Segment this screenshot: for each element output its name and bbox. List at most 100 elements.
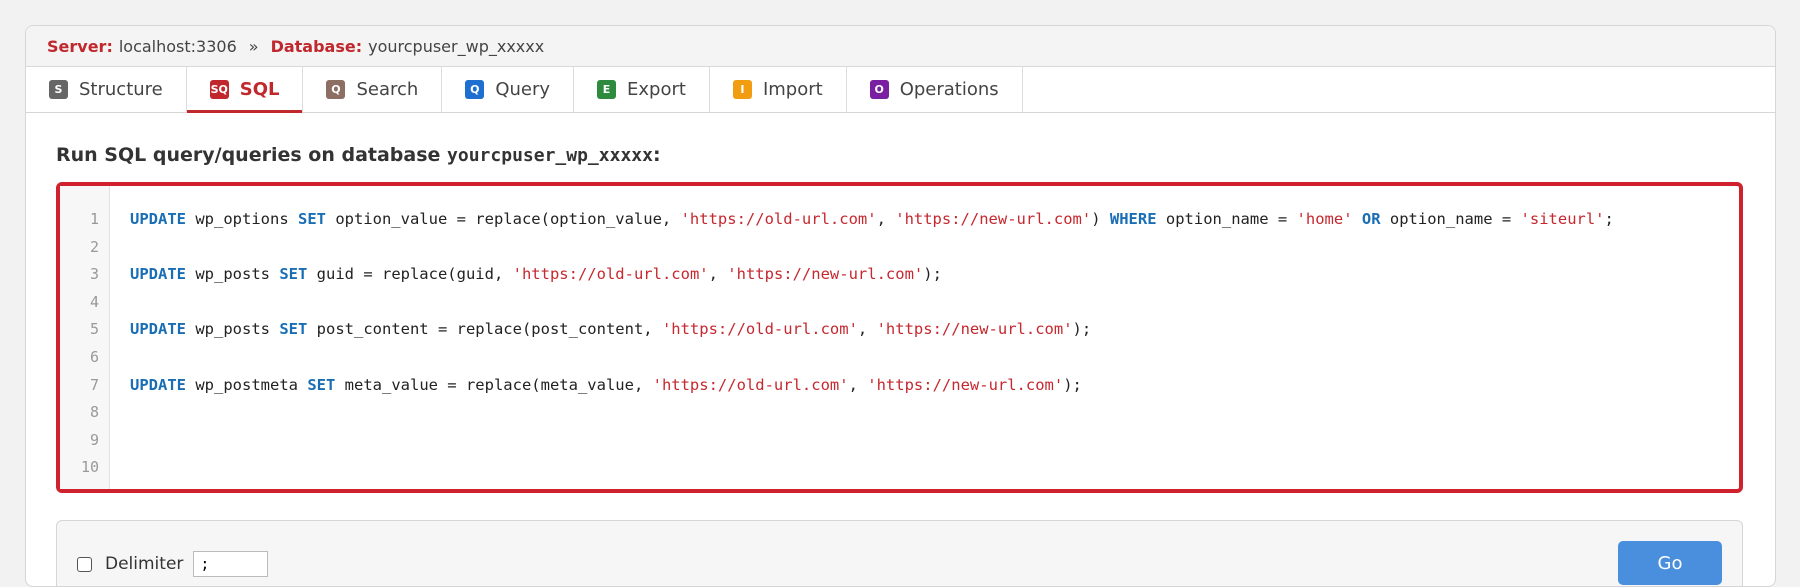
tab-label: Export	[627, 79, 686, 100]
database-label: Database:	[270, 36, 363, 56]
tab-sql[interactable]: SQ SQL	[186, 67, 304, 113]
sql-string: 'https://new-url.com'	[895, 210, 1092, 228]
tab-search[interactable]: Q Search	[303, 67, 443, 112]
import-icon: I	[732, 80, 752, 99]
sql-string: 'https://old-url.com'	[512, 265, 709, 284]
tab-import[interactable]: I Import	[710, 67, 847, 112]
sql-text: option_value = replace(option_value,	[325, 210, 681, 228]
sql-string: 'siteurl'	[1520, 210, 1605, 228]
breadcrumb: Server: localhost:3306 » Database: yourc…	[26, 26, 1775, 67]
line-number: 1	[89, 210, 99, 228]
sql-keyword: SET	[279, 320, 308, 339]
export-icon: E	[597, 80, 617, 99]
sql-panel: Server: localhost:3306 » Database: yourc…	[25, 25, 1776, 587]
sql-code-area[interactable]: UPDATE wp_options SET option_value = rep…	[110, 186, 1739, 489]
server-label: Server:	[47, 36, 113, 56]
code-line: UPDATE wp_posts SET guid = replace(guid,…	[130, 261, 1739, 289]
delimiter-input[interactable]	[193, 551, 269, 577]
sql-text: ;	[1604, 210, 1614, 228]
server-link[interactable]: localhost:3306	[119, 37, 237, 56]
line-number: 4	[89, 292, 99, 311]
line-number: 3	[89, 265, 99, 284]
sql-text: wp_posts	[186, 265, 280, 284]
line-number-gutter: 1 2 3 4 5 6 7 8 9 10	[60, 186, 110, 489]
sql-editor[interactable]: 1 2 3 4 5 6 7 8 9 10 UPDATE wp_options SET option…	[56, 182, 1743, 493]
query-options-bar: Delimiter Go	[56, 520, 1743, 586]
sql-text: ,	[708, 265, 728, 284]
sql-keyword: UPDATE	[130, 375, 186, 394]
sql-text: post_content = replace(post_content,	[307, 320, 662, 339]
line-number: 7	[89, 375, 99, 394]
sql-text: );	[1063, 375, 1082, 394]
tab-label: Import	[762, 79, 823, 100]
main-content: Run SQL query/queries on database yourcp…	[26, 113, 1775, 586]
sql-text: )	[1091, 210, 1110, 228]
tab-bar: S Structure SQ SQL Q Search Q Query E Export I Impo…	[26, 67, 1775, 113]
line-number: 8	[89, 403, 99, 422]
line-number: 2	[89, 237, 99, 256]
page-title: Run SQL query/queries on database yourcp…	[56, 144, 1745, 166]
line-number: 10	[80, 458, 99, 477]
tab-structure[interactable]: S Structure	[26, 67, 187, 112]
delimiter-label: Delimiter	[105, 554, 184, 574]
line-number: 5	[89, 320, 99, 339]
delimiter-control: Delimiter	[77, 551, 269, 577]
delimiter-checkbox[interactable]	[77, 556, 92, 572]
sql-text: wp_postmeta	[186, 375, 308, 394]
line-number: 6	[89, 347, 99, 366]
tab-label: Structure	[79, 79, 163, 100]
sql-text: guid = replace(guid,	[307, 265, 513, 284]
sql-string: 'home'	[1296, 210, 1353, 228]
sql-text: option_name =	[1156, 210, 1297, 228]
sql-icon: SQ	[209, 80, 229, 99]
sql-string: 'https://new-url.com'	[876, 320, 1073, 339]
operations-icon: O	[869, 80, 889, 99]
sql-string: 'https://new-url.com'	[867, 375, 1064, 394]
sql-keyword: WHERE	[1109, 210, 1157, 228]
page-title-text: Run SQL query/queries on database	[56, 144, 441, 166]
sql-keyword: SET	[307, 375, 336, 394]
sql-text: ,	[857, 320, 877, 339]
sql-keyword: UPDATE	[130, 210, 186, 228]
sql-keyword: UPDATE	[130, 320, 186, 339]
sql-text: );	[1072, 320, 1092, 339]
sql-string: 'https://new-url.com'	[727, 265, 924, 284]
sql-text: wp_posts	[186, 320, 280, 339]
search-icon: Q	[326, 80, 346, 99]
tab-label: Search	[356, 79, 419, 100]
tab-query[interactable]: Q Query	[442, 67, 575, 112]
code-line: UPDATE wp_posts SET post_content = repla…	[130, 316, 1739, 344]
page-title-suffix: :	[652, 144, 661, 166]
sql-keyword: OR	[1361, 210, 1381, 228]
tab-label: Query	[495, 79, 551, 100]
sql-string: 'https://old-url.com'	[680, 210, 877, 228]
sql-text: wp_options	[186, 210, 298, 228]
line-number: 9	[89, 430, 99, 449]
tab-label: SQL	[239, 79, 280, 100]
sql-text: ,	[848, 375, 868, 394]
sql-text: option_name =	[1380, 210, 1521, 228]
go-button[interactable]: Go	[1618, 541, 1722, 585]
database-link[interactable]: yourcpuser_wp_xxxxx	[368, 37, 544, 56]
page-title-database: yourcpuser_wp_xxxxx	[447, 145, 653, 166]
sql-keyword: UPDATE	[130, 265, 186, 284]
code-line: UPDATE wp_options SET option_value = rep…	[130, 206, 1739, 234]
sql-string: 'https://old-url.com'	[661, 320, 858, 339]
sql-text: ,	[876, 210, 896, 228]
tab-operations[interactable]: O Operations	[847, 67, 1023, 112]
tab-export[interactable]: E Export	[574, 67, 710, 112]
code-line: UPDATE wp_postmeta SET meta_value = repl…	[130, 372, 1739, 400]
sql-text: meta_value = replace(meta_value,	[335, 375, 653, 394]
sql-keyword: SET	[297, 210, 326, 228]
sql-string: 'https://old-url.com'	[652, 375, 849, 394]
tab-label: Operations	[899, 79, 999, 100]
query-icon: Q	[465, 80, 485, 99]
structure-icon: S	[49, 80, 68, 99]
